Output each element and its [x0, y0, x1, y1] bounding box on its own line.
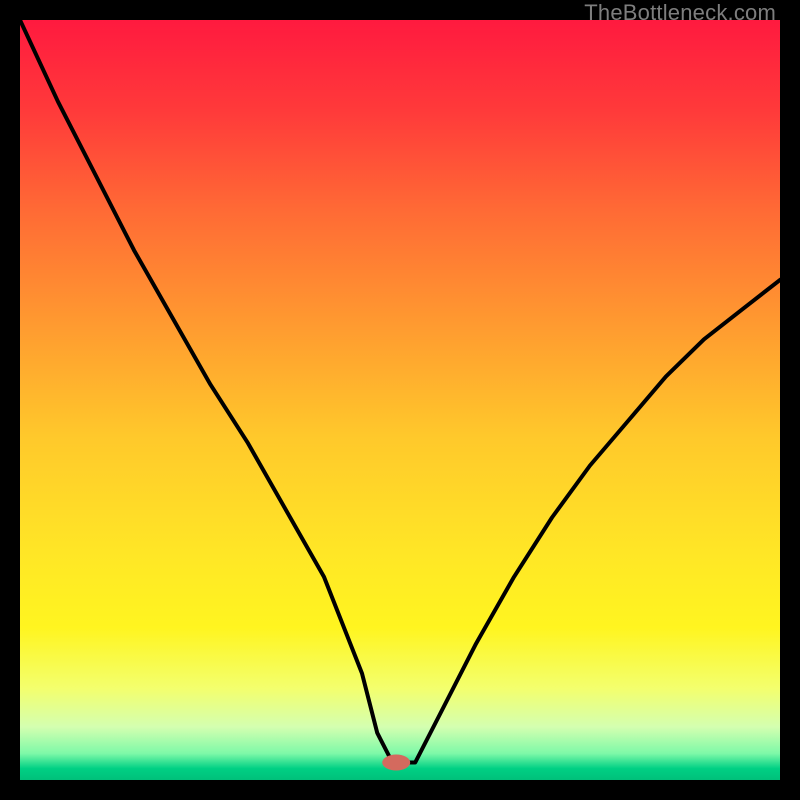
curve-min-marker [382, 755, 410, 771]
watermark-text: TheBottleneck.com [584, 0, 776, 26]
bottleneck-chart [20, 20, 780, 780]
gradient-background [20, 20, 780, 780]
